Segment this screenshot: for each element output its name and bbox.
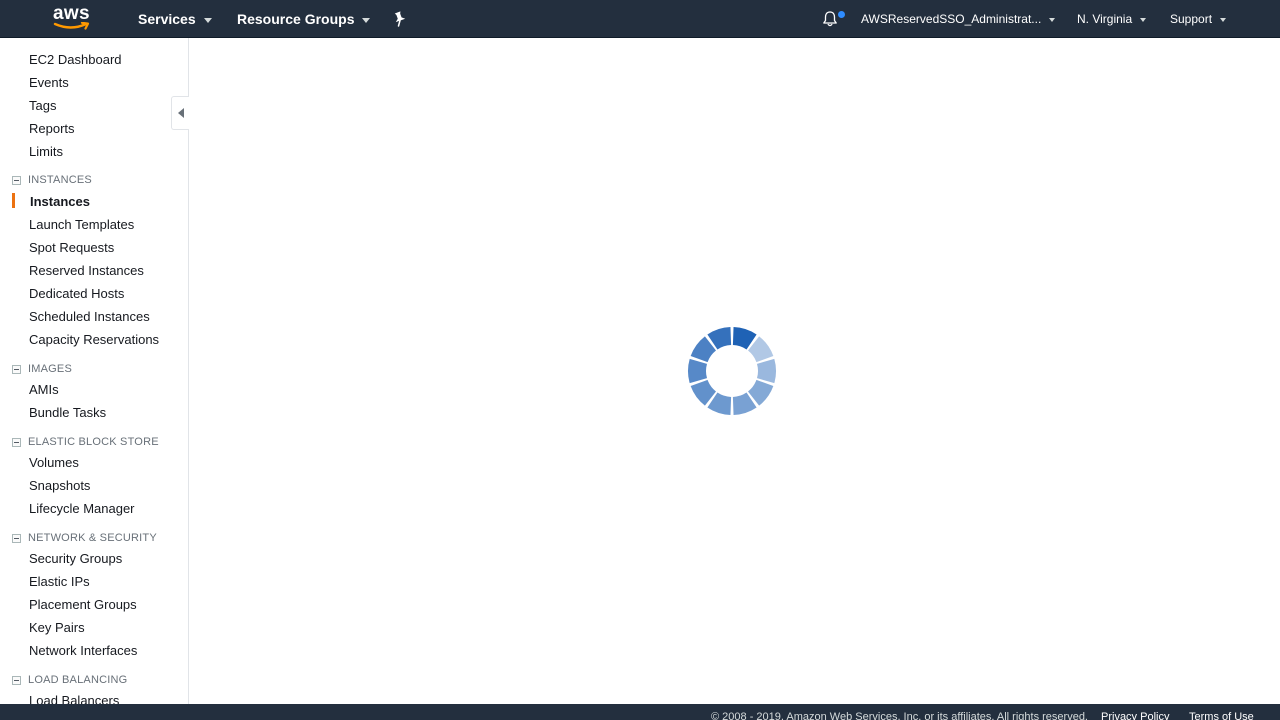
sidebar-item-instances[interactable]: Instances [30, 194, 90, 210]
sidebar-item-amis[interactable]: AMIs [29, 382, 59, 398]
pin-icon[interactable] [393, 11, 407, 27]
section-title: IMAGES [28, 363, 72, 375]
sidebar-item-security-groups[interactable]: Security Groups [29, 551, 122, 567]
sidebar-item-limits[interactable]: Limits [29, 144, 63, 160]
chevron-down-icon [362, 17, 371, 23]
top-navigation-bar: aws Services Resource Groups AWSReserved… [0, 0, 1280, 38]
account-label: AWSReservedSSO_Administrat... [861, 12, 1042, 26]
sidebar-item-placement-groups[interactable]: Placement Groups [29, 597, 137, 613]
section-title: NETWORK & SECURITY [28, 532, 157, 544]
spinner-segment [756, 358, 777, 384]
notification-badge [838, 11, 845, 18]
sidebar-item-dedicated-hosts[interactable]: Dedicated Hosts [29, 286, 124, 302]
section-instances-toggle[interactable]: INSTANCES [12, 173, 92, 187]
collapse-section-icon [12, 437, 21, 447]
services-label: Services [138, 11, 196, 27]
region-label: N. Virginia [1077, 12, 1133, 26]
sidebar-item-spot-requests[interactable]: Spot Requests [29, 240, 114, 256]
sidebar-item-elastic-ips[interactable]: Elastic IPs [29, 574, 90, 590]
collapse-section-icon [12, 175, 21, 185]
sidebar-item-launch-templates[interactable]: Launch Templates [29, 217, 134, 233]
active-indicator [12, 193, 15, 208]
support-menu[interactable]: Support [1170, 0, 1227, 38]
sidebar-item-key-pairs[interactable]: Key Pairs [29, 620, 85, 636]
section-load-balancing-toggle[interactable]: LOAD BALANCING [12, 673, 127, 687]
sidebar-item-events[interactable]: Events [29, 75, 69, 91]
collapse-section-icon [12, 364, 21, 374]
footer: © 2008 - 2019, Amazon Web Services, Inc.… [0, 704, 1280, 720]
chevron-down-icon [1140, 18, 1147, 22]
sidebar-item-reports[interactable]: Reports [29, 121, 75, 137]
chevron-down-icon [1220, 18, 1227, 22]
resource-groups-menu[interactable]: Resource Groups [237, 0, 371, 38]
sidebar-item-load-balancers[interactable]: Load Balancers [29, 693, 119, 704]
sidebar-item-snapshots[interactable]: Snapshots [29, 478, 90, 494]
chevron-down-icon [203, 17, 212, 23]
support-label: Support [1170, 12, 1213, 26]
terms-of-use-link[interactable]: Terms of Use [1189, 711, 1254, 720]
aws-logo[interactable]: aws [53, 3, 93, 34]
sidebar-item-volumes[interactable]: Volumes [29, 455, 79, 471]
section-title: INSTANCES [28, 174, 92, 186]
loading-spinner-icon [687, 327, 777, 415]
collapse-section-icon [12, 533, 21, 543]
copyright-text: © 2008 - 2019, Amazon Web Services, Inc.… [711, 711, 1088, 720]
section-title: ELASTIC BLOCK STORE [28, 436, 159, 448]
privacy-policy-link[interactable]: Privacy Policy [1101, 711, 1169, 720]
sidebar-item-lifecycle-manager[interactable]: Lifecycle Manager [29, 501, 135, 517]
services-menu[interactable]: Services [138, 0, 212, 38]
ec2-sidebar: EC2 Dashboard Events Tags Reports Limits… [0, 38, 189, 704]
section-network-security-toggle[interactable]: NETWORK & SECURITY [12, 531, 157, 545]
collapse-arrow-icon [177, 108, 184, 118]
sidebar-item-network-interfaces[interactable]: Network Interfaces [29, 643, 137, 659]
section-title: LOAD BALANCING [28, 674, 128, 686]
section-images-toggle[interactable]: IMAGES [12, 362, 72, 376]
spinner-segment [687, 358, 708, 384]
section-ebs-toggle[interactable]: ELASTIC BLOCK STORE [12, 435, 159, 449]
sidebar-item-ec2-dashboard[interactable]: EC2 Dashboard [29, 52, 122, 68]
aws-smile-icon [53, 22, 90, 30]
collapse-section-icon [12, 675, 21, 685]
bell-icon[interactable] [821, 10, 839, 28]
sidebar-item-tags[interactable]: Tags [29, 98, 56, 114]
chevron-down-icon [1049, 18, 1056, 22]
sidebar-item-scheduled-instances[interactable]: Scheduled Instances [29, 309, 150, 325]
main-content [190, 38, 1280, 704]
sidebar-item-bundle-tasks[interactable]: Bundle Tasks [29, 405, 106, 421]
sidebar-item-capacity-reservations[interactable]: Capacity Reservations [29, 332, 159, 348]
account-menu[interactable]: AWSReservedSSO_Administrat... [861, 0, 1056, 38]
sidebar-item-reserved-instances[interactable]: Reserved Instances [29, 263, 144, 279]
sidebar-collapse-button[interactable] [171, 96, 189, 130]
resource-groups-label: Resource Groups [237, 11, 355, 27]
region-menu[interactable]: N. Virginia [1077, 0, 1147, 38]
